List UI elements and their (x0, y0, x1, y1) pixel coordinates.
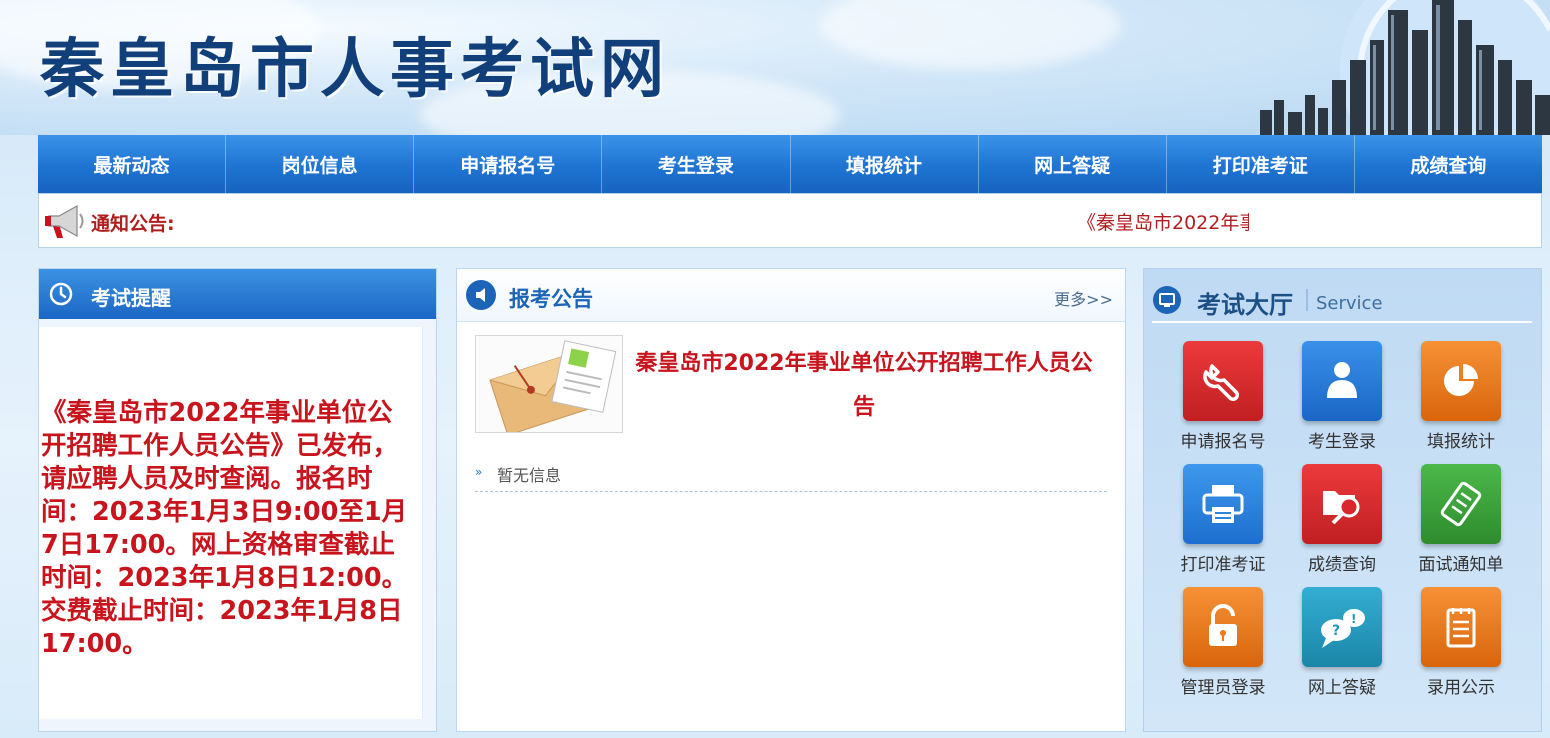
site-title: 秦皇岛市人事考试网 (40, 32, 670, 107)
notice-marquee[interactable]: 《秦皇岛市2022年事业单位公开招聘工作人员公告》 (1077, 208, 1249, 235)
tile-label: 打印准考证 (1180, 555, 1266, 575)
exam-reminder-panel: 考试提醒 《秦皇岛市2022年事业单位公开招聘工作人员公告》已发布，请应聘人员及… (38, 268, 437, 732)
nav-item-latest-news[interactable]: 最新动态 (38, 135, 227, 193)
tile-label: 录用公示 (1427, 678, 1495, 698)
reminder-header: 考试提醒 (39, 269, 436, 319)
tile-apply-number[interactable]: 申请报名号 (1165, 341, 1275, 452)
reminder-body: 《秦皇岛市2022年事业单位公开招聘工作人员公告》已发布，请应聘人员及时查阅。报… (39, 327, 423, 719)
notepad-icon (1421, 587, 1501, 667)
document-icon (1421, 464, 1501, 544)
empty-notice-text: 暂无信息 (497, 466, 562, 485)
tile-label: 考生登录 (1308, 432, 1376, 452)
exam-hall-header: 考试大厅 Service (1152, 283, 1532, 323)
main-nav: 最新动态 岗位信息 申请报名号 考生登录 填报统计 网上答疑 打印准考证 成绩查… (38, 135, 1542, 193)
nav-item-login[interactable]: 考生登录 (602, 135, 791, 193)
city-skyline-image (1260, 0, 1550, 135)
user-icon (1302, 341, 1382, 421)
double-arrow-icon: » (475, 465, 483, 479)
reminder-title: 考试提醒 (91, 286, 171, 310)
featured-announcement-link[interactable]: 秦皇岛市2022年事业单位公开招聘工作人员公告 (629, 342, 1099, 430)
nav-item-statistics[interactable]: 填报统计 (791, 135, 979, 193)
tile-interview-notice[interactable]: 面试通知单 (1403, 464, 1513, 575)
svg-text:?: ? (1332, 623, 1340, 639)
speaker-icon (466, 280, 496, 310)
notice-bar: 通知公告: 《秦皇岛市2022年事业单位公开招聘工作人员公告》 (38, 193, 1542, 248)
tile-label: 网上答疑 (1308, 678, 1376, 698)
news-list-item: » 暂无信息 (475, 461, 1107, 492)
lock-icon (1183, 587, 1263, 667)
nav-item-apply-number[interactable]: 申请报名号 (414, 135, 603, 193)
tile-admin-login[interactable]: 管理员登录 (1165, 587, 1275, 698)
tile-hiring-publicity[interactable]: 录用公示 (1403, 587, 1513, 698)
tile-online-qa[interactable]: ?! 网上答疑 (1284, 587, 1394, 698)
header-divider (1306, 289, 1308, 311)
monitor-icon (1153, 286, 1181, 314)
reminder-text: 《秦皇岛市2022年事业单位公开招聘工作人员公告》已发布，请应聘人员及时查阅。报… (41, 398, 408, 659)
tile-label: 成绩查询 (1308, 555, 1376, 575)
nav-item-print-ticket[interactable]: 打印准考证 (1167, 135, 1355, 193)
chat-icon: ?! (1302, 587, 1382, 667)
announcement-panel: 报考公告 更多>> 秦皇岛市2022年事业单位公开招聘工作人员公告 » 暂无信息 (456, 268, 1126, 732)
folder-search-icon (1302, 464, 1382, 544)
nav-item-positions[interactable]: 岗位信息 (226, 135, 415, 193)
nav-item-scores[interactable]: 成绩查询 (1355, 135, 1542, 193)
tile-label: 填报统计 (1427, 432, 1495, 452)
nav-item-qa[interactable]: 网上答疑 (979, 135, 1167, 193)
announcement-title: 报考公告 (509, 287, 593, 311)
pie-chart-icon (1421, 341, 1501, 421)
svg-text:!: ! (1351, 612, 1356, 626)
site-header: 秦皇岛市人事考试网 (0, 0, 1550, 135)
tile-label: 管理员登录 (1180, 678, 1266, 698)
clock-icon (49, 282, 73, 306)
exam-hall-title: 考试大厅 (1197, 291, 1293, 319)
envelope-icon (489, 340, 617, 432)
megaphone-icon (45, 204, 84, 238)
announcement-header: 报考公告 更多>> (457, 269, 1125, 322)
exam-hall-subtitle: Service (1316, 293, 1383, 314)
notice-label: 通知公告: (91, 213, 175, 235)
tile-label: 申请报名号 (1180, 432, 1266, 452)
more-link[interactable]: 更多>> (1054, 286, 1113, 310)
envelope-thumbnail[interactable] (475, 335, 623, 433)
wrench-icon (1183, 341, 1263, 421)
tile-statistics[interactable]: 填报统计 (1403, 341, 1513, 452)
exam-hall-panel: 考试大厅 Service 申请报名号 考生登录 填报统计 打印准考证 成绩查询 (1143, 268, 1542, 732)
tile-label: 面试通知单 (1418, 555, 1504, 575)
printer-icon (1183, 464, 1263, 544)
tile-score-query[interactable]: 成绩查询 (1284, 464, 1394, 575)
tile-print-ticket[interactable]: 打印准考证 (1165, 464, 1275, 575)
tile-candidate-login[interactable]: 考生登录 (1284, 341, 1394, 452)
